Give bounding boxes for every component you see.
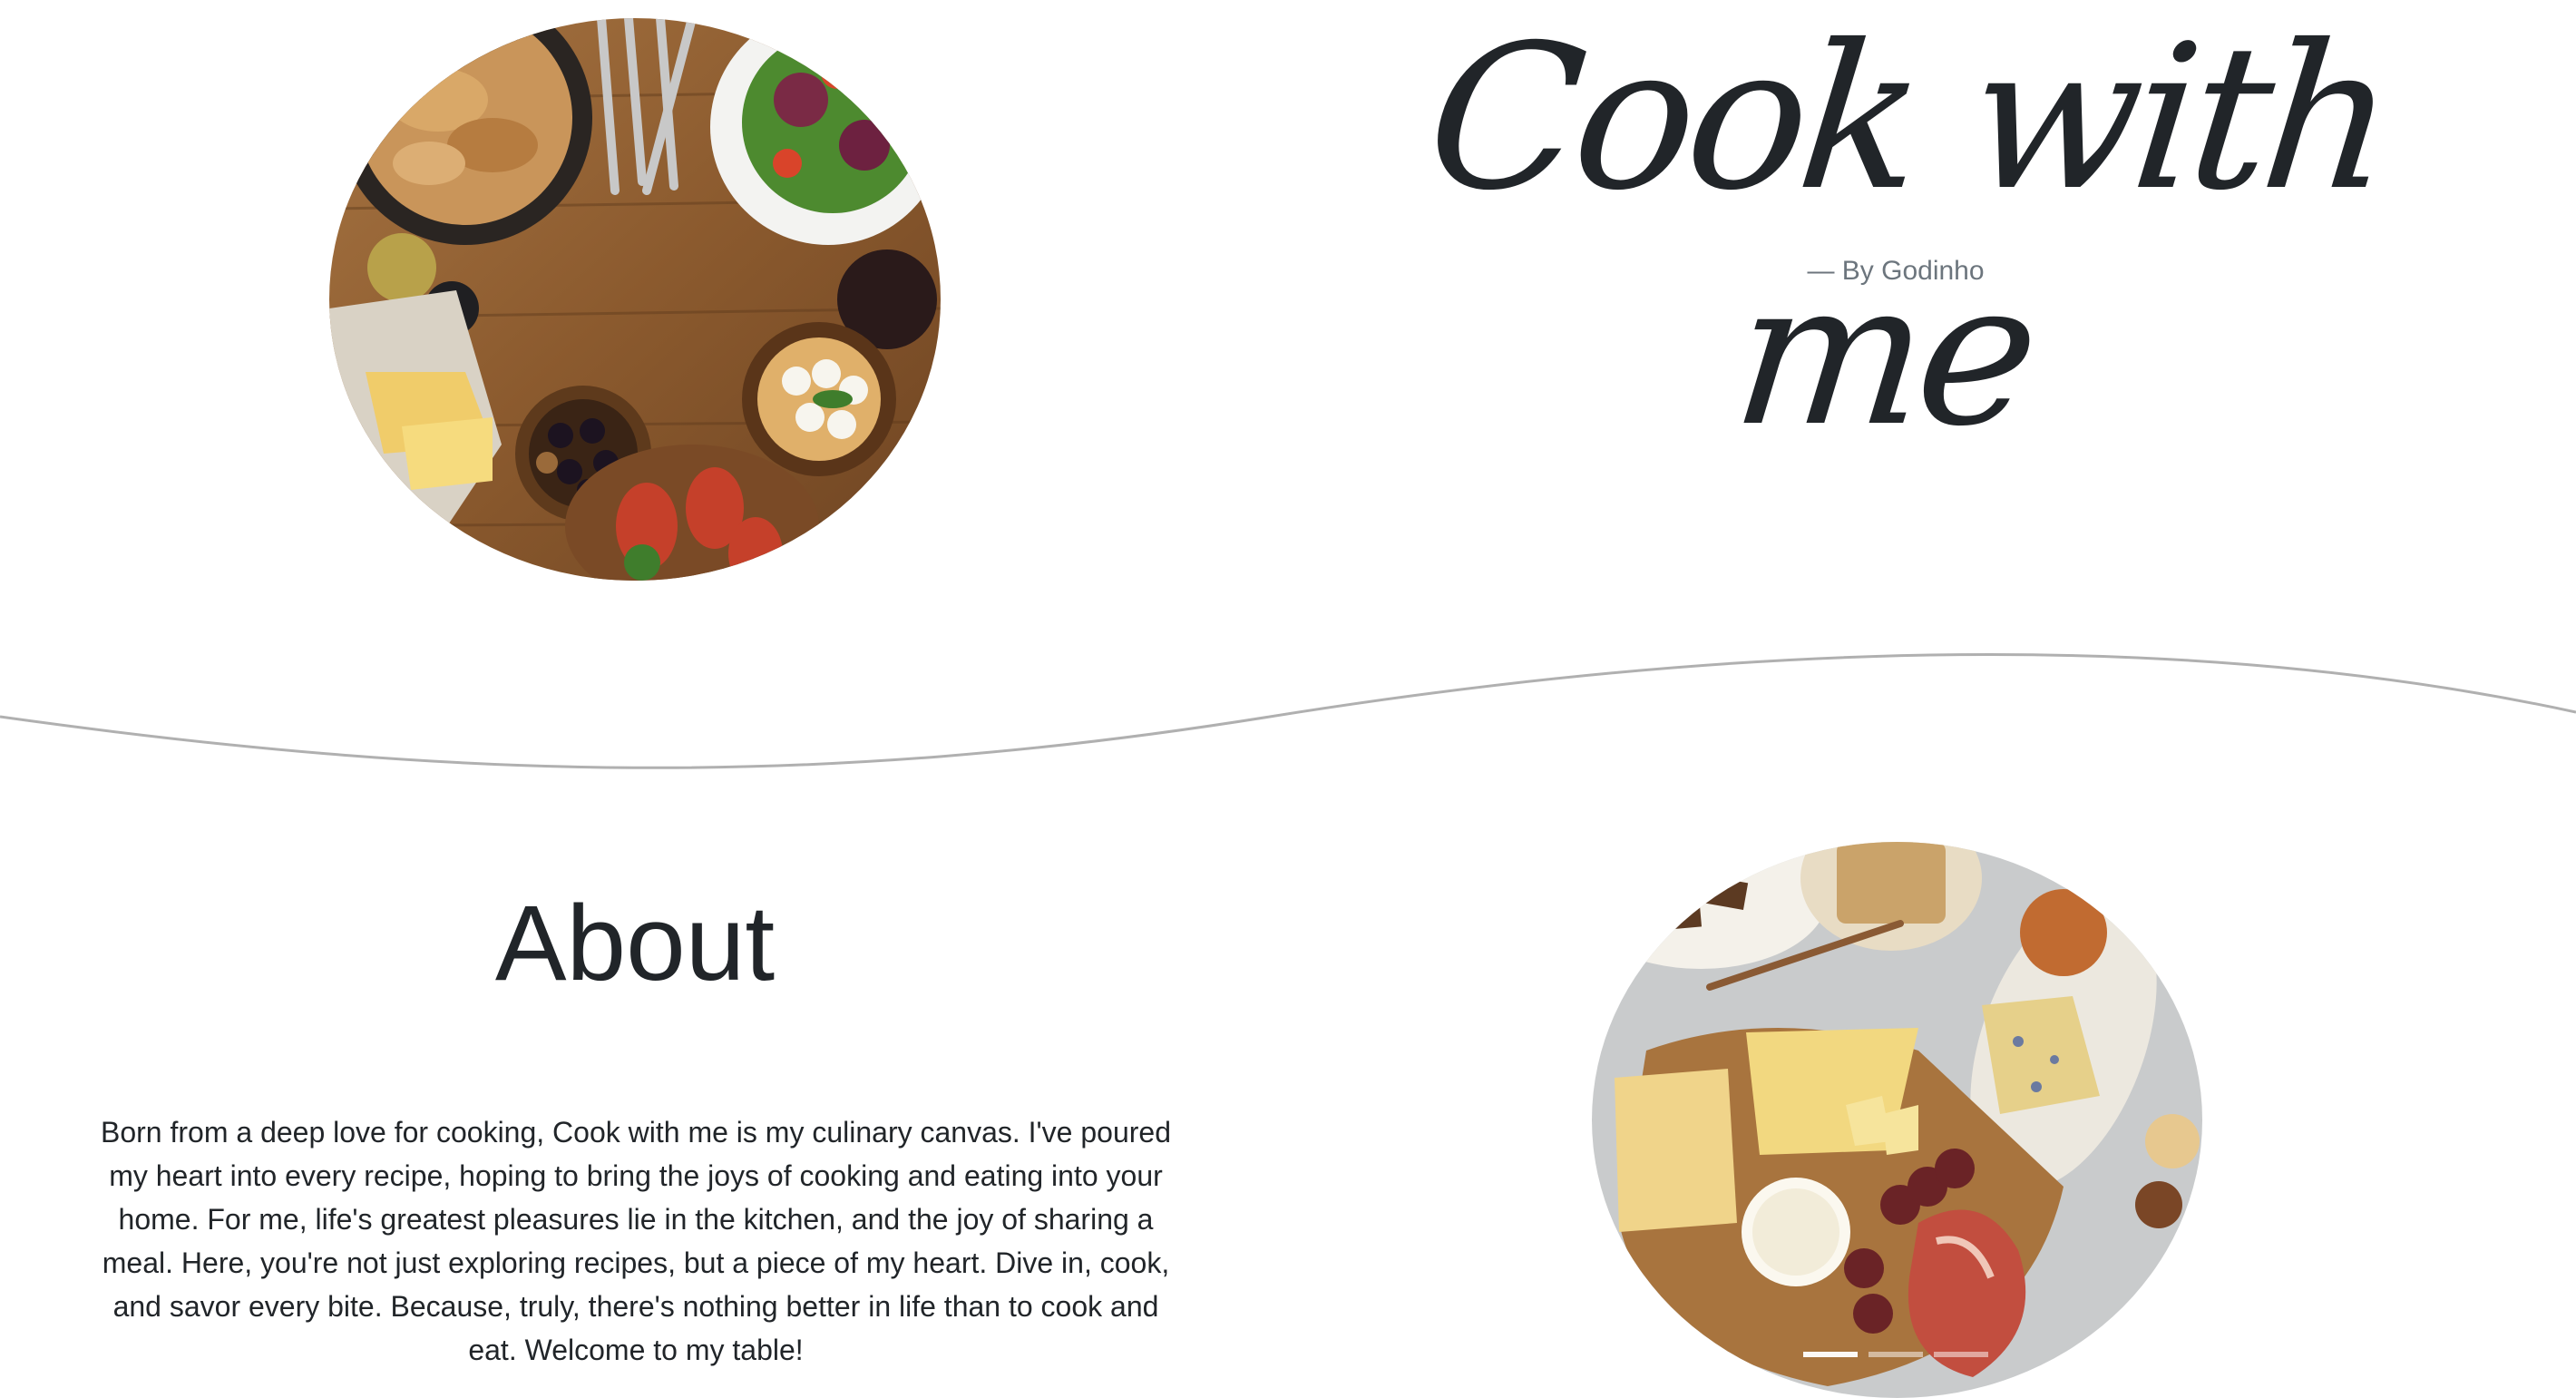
- carousel-indicator-2[interactable]: [1869, 1352, 1923, 1357]
- carousel-indicators: [1803, 1352, 1988, 1357]
- author-byline: — By Godinho: [1807, 256, 1985, 286]
- food-table-illustration: [329, 18, 941, 581]
- page: Cook with me — By Godinho About Born fro…: [0, 0, 2576, 1398]
- hero-food-image: [329, 18, 941, 581]
- wave-divider: [0, 653, 2576, 769]
- carousel-indicator-3[interactable]: [1934, 1352, 1988, 1357]
- site-title: Cook with me: [1418, 2, 2398, 470]
- about-heading: About: [494, 884, 776, 1003]
- cheese-board-illustration: [1592, 842, 2202, 1398]
- about-text: Born from a deep love for cooking, Cook …: [101, 1116, 1171, 1366]
- about-carousel-image[interactable]: [1592, 842, 2202, 1398]
- carousel-indicator-1[interactable]: [1803, 1352, 1858, 1357]
